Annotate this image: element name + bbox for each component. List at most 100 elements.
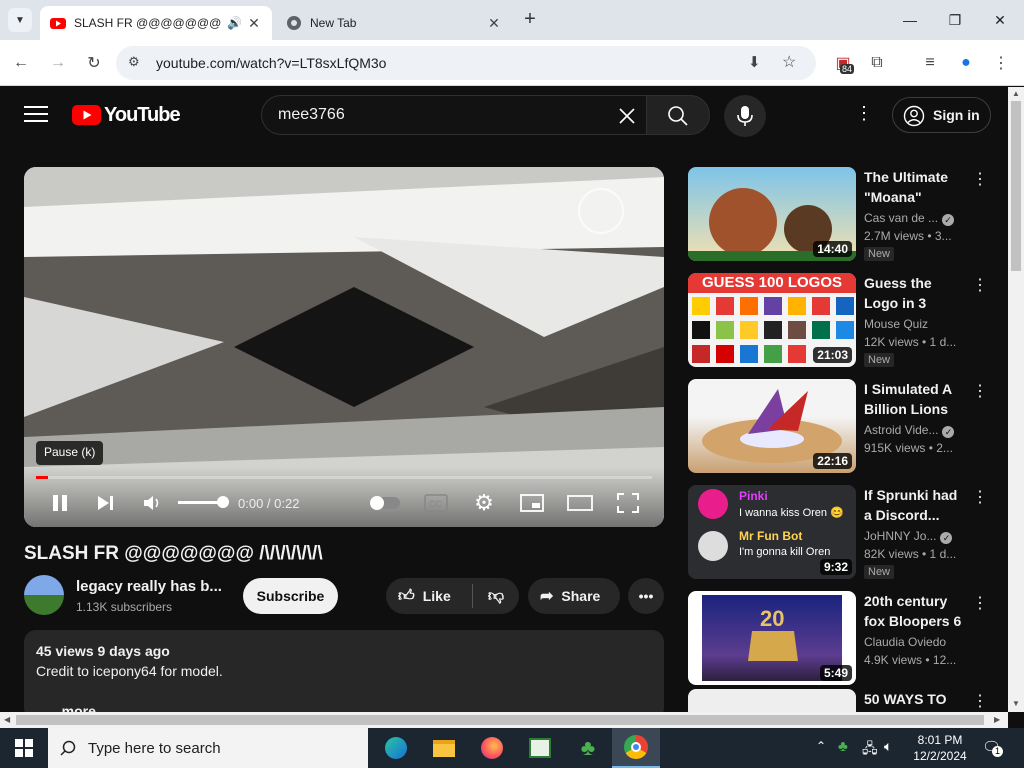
speaker-icon[interactable]: 🔈︎ bbox=[884, 738, 892, 755]
extensions-puzzle-icon[interactable]: ⧉ bbox=[864, 50, 890, 76]
settings-dots-icon[interactable]: ⋮ bbox=[854, 103, 874, 127]
scroll-up-arrow[interactable]: ▲ bbox=[1012, 89, 1020, 98]
horizontal-scrollbar[interactable]: ◀ ▶ bbox=[0, 712, 1008, 728]
video-thumbnail[interactable]: 20 5:49 bbox=[688, 591, 856, 685]
messenger-app-icon[interactable]: ♣ bbox=[564, 728, 612, 768]
speaker-icon[interactable]: 🔊 bbox=[227, 16, 242, 30]
dislike-button[interactable]: 👎︎ bbox=[473, 578, 519, 614]
video-thumbnail[interactable]: GUESS 100 LOGOS 21:03 bbox=[688, 273, 856, 367]
youtube-logo[interactable]: YouTube bbox=[72, 104, 181, 126]
tab-search-button[interactable]: ▼ bbox=[8, 8, 32, 32]
taskbar-clock[interactable]: 8:01 PM 12/2/2024 bbox=[908, 732, 972, 764]
file-explorer-icon[interactable] bbox=[420, 728, 468, 768]
autoplay-toggle[interactable] bbox=[368, 489, 402, 517]
close-tab-icon[interactable]: ✕ bbox=[246, 15, 262, 32]
recommendation-title[interactable]: 20th century fox Bloopers 6 bbox=[864, 591, 968, 631]
scroll-down-arrow[interactable]: ▼ bbox=[1012, 699, 1020, 708]
recommendation-item[interactable]: GUESS 100 LOGOS 21:03 Guess the Logo in … bbox=[688, 273, 998, 369]
tray-app-icon[interactable]: ♣ bbox=[838, 738, 848, 755]
notepad-app-icon[interactable] bbox=[516, 728, 564, 768]
progress-bar[interactable] bbox=[36, 476, 652, 479]
minimize-button[interactable]: — bbox=[888, 6, 932, 34]
more-options-icon[interactable]: ⋮ bbox=[970, 487, 990, 507]
more-options-icon[interactable]: ⋮ bbox=[970, 275, 990, 295]
bookmark-star-icon[interactable]: ☆ bbox=[782, 52, 796, 72]
more-options-icon[interactable]: ⋮ bbox=[970, 593, 990, 613]
video-thumbnail[interactable]: 14:40 bbox=[688, 167, 856, 261]
subscribe-button[interactable]: Subscribe bbox=[243, 578, 338, 614]
video-thumbnail[interactable] bbox=[688, 689, 856, 712]
share-button[interactable]: ➦ Share bbox=[528, 578, 620, 614]
like-button[interactable]: 👍︎ Like bbox=[386, 578, 472, 614]
recommendation-item[interactable]: 14:40 The Ultimate "Moana" Reca... Cas v… bbox=[688, 167, 998, 263]
profile-icon[interactable]: ● bbox=[953, 50, 979, 76]
next-button[interactable] bbox=[92, 489, 120, 517]
pause-button[interactable] bbox=[46, 489, 74, 517]
chrome-menu-icon[interactable]: ⋮ bbox=[988, 50, 1014, 76]
search-input[interactable]: mee3766 bbox=[261, 95, 647, 135]
recommendation-channel[interactable]: Claudia Oviedo bbox=[864, 635, 946, 649]
volume-slider[interactable] bbox=[178, 496, 229, 508]
video-thumbnail[interactable]: Pinki I wanna kiss Oren 😊 Mr Fun Bot I'm… bbox=[688, 485, 856, 579]
hamburger-menu-icon[interactable] bbox=[24, 103, 48, 123]
media-control-icon[interactable]: ≡ bbox=[917, 50, 943, 76]
forward-button[interactable]: → bbox=[45, 50, 71, 76]
video-player[interactable]: CC ⚙ bbox=[24, 167, 664, 527]
more-options-icon[interactable]: ⋮ bbox=[970, 691, 990, 711]
address-bar[interactable]: ⚙ youtube.com/watch?v=LT8sxLfQM3o ⬇ ☆ bbox=[116, 46, 816, 80]
recommendation-item[interactable]: Pinki I wanna kiss Oren 😊 Mr Fun Bot I'm… bbox=[688, 485, 998, 581]
theater-mode-button[interactable] bbox=[566, 489, 594, 517]
sign-in-button[interactable]: Sign in bbox=[892, 97, 991, 133]
channel-name[interactable]: legacy really has b... bbox=[76, 578, 222, 595]
reload-button[interactable]: ↻ bbox=[81, 50, 107, 76]
vertical-scrollbar[interactable]: ▲ ▼ bbox=[1008, 87, 1024, 712]
recommendation-item[interactable]: 20 5:49 20th century fox Bloopers 6 Clau… bbox=[688, 591, 998, 687]
volume-knob[interactable] bbox=[217, 496, 229, 508]
scroll-right-arrow[interactable]: ▶ bbox=[994, 715, 1000, 724]
recommendation-title[interactable]: Guess the Logo in 3 Seconds... bbox=[864, 273, 968, 313]
voice-search-button[interactable] bbox=[724, 95, 766, 137]
recommendation-title[interactable]: 50 WAYS TO bbox=[864, 689, 968, 712]
settings-button[interactable]: ⚙ bbox=[470, 489, 498, 517]
recommendation-channel[interactable]: JoHNNY Jo... ✓ bbox=[864, 529, 953, 544]
more-options-icon[interactable]: ⋮ bbox=[970, 169, 990, 189]
mute-button[interactable] bbox=[139, 489, 167, 517]
clear-search-icon[interactable] bbox=[617, 106, 637, 126]
description-more-link[interactable]: ...more bbox=[50, 703, 96, 712]
scroll-thumb[interactable] bbox=[1011, 101, 1021, 271]
fullscreen-button[interactable] bbox=[614, 489, 642, 517]
close-window-button[interactable]: ✕ bbox=[978, 6, 1022, 34]
tab-youtube[interactable]: SLASH FR @@@@@@@ / 🔊 ✕ bbox=[40, 6, 272, 40]
scroll-thumb[interactable] bbox=[16, 715, 984, 725]
close-tab-icon[interactable]: ✕ bbox=[486, 15, 502, 32]
chrome-app-icon[interactable] bbox=[612, 728, 660, 768]
search-button[interactable] bbox=[646, 95, 710, 135]
edge-app-icon[interactable] bbox=[372, 728, 420, 768]
restore-button[interactable]: ❐ bbox=[933, 6, 977, 34]
network-icon[interactable]: 🖧︎ bbox=[862, 738, 878, 762]
channel-avatar[interactable] bbox=[24, 575, 64, 615]
recommendation-title[interactable]: The Ultimate "Moana" Reca... bbox=[864, 167, 968, 207]
video-thumbnail[interactable]: 22:16 bbox=[688, 379, 856, 473]
description-box[interactable]: 45 views 9 days ago Credit to icepony64 … bbox=[24, 630, 664, 712]
more-options-icon[interactable]: ⋮ bbox=[970, 381, 990, 401]
new-tab-button[interactable]: + bbox=[518, 8, 542, 32]
tab-new-tab[interactable]: New Tab ✕ bbox=[276, 6, 512, 40]
subtitles-button[interactable]: CC bbox=[422, 489, 450, 517]
recommendation-channel[interactable]: Cas van de ... ✓ bbox=[864, 211, 955, 226]
recommendation-title[interactable]: If Sprunki had a Discord... bbox=[864, 485, 968, 525]
firefox-icon[interactable] bbox=[468, 728, 516, 768]
start-button[interactable] bbox=[0, 728, 48, 768]
recommendation-item[interactable]: 50 WAYS TO ⋮ bbox=[688, 689, 998, 712]
install-app-icon[interactable]: ⬇ bbox=[748, 53, 761, 71]
recommendation-channel[interactable]: Mouse Quiz bbox=[864, 317, 928, 331]
taskbar-search-box[interactable]: Type here to search bbox=[48, 728, 368, 768]
site-info-icon[interactable]: ⚙ bbox=[128, 54, 140, 70]
back-button[interactable]: ← bbox=[8, 50, 34, 76]
recommendation-channel[interactable]: Astroid Vide... ✓ bbox=[864, 423, 955, 438]
notification-center-button[interactable]: 🗨︎ 1 bbox=[982, 738, 1004, 758]
recommendation-item[interactable]: 22:16 I Simulated A Billion Lions V... A… bbox=[688, 379, 998, 475]
recommendation-title[interactable]: I Simulated A Billion Lions V... bbox=[864, 379, 968, 419]
scroll-left-arrow[interactable]: ◀ bbox=[4, 715, 10, 724]
more-actions-button[interactable]: ••• bbox=[628, 578, 664, 614]
